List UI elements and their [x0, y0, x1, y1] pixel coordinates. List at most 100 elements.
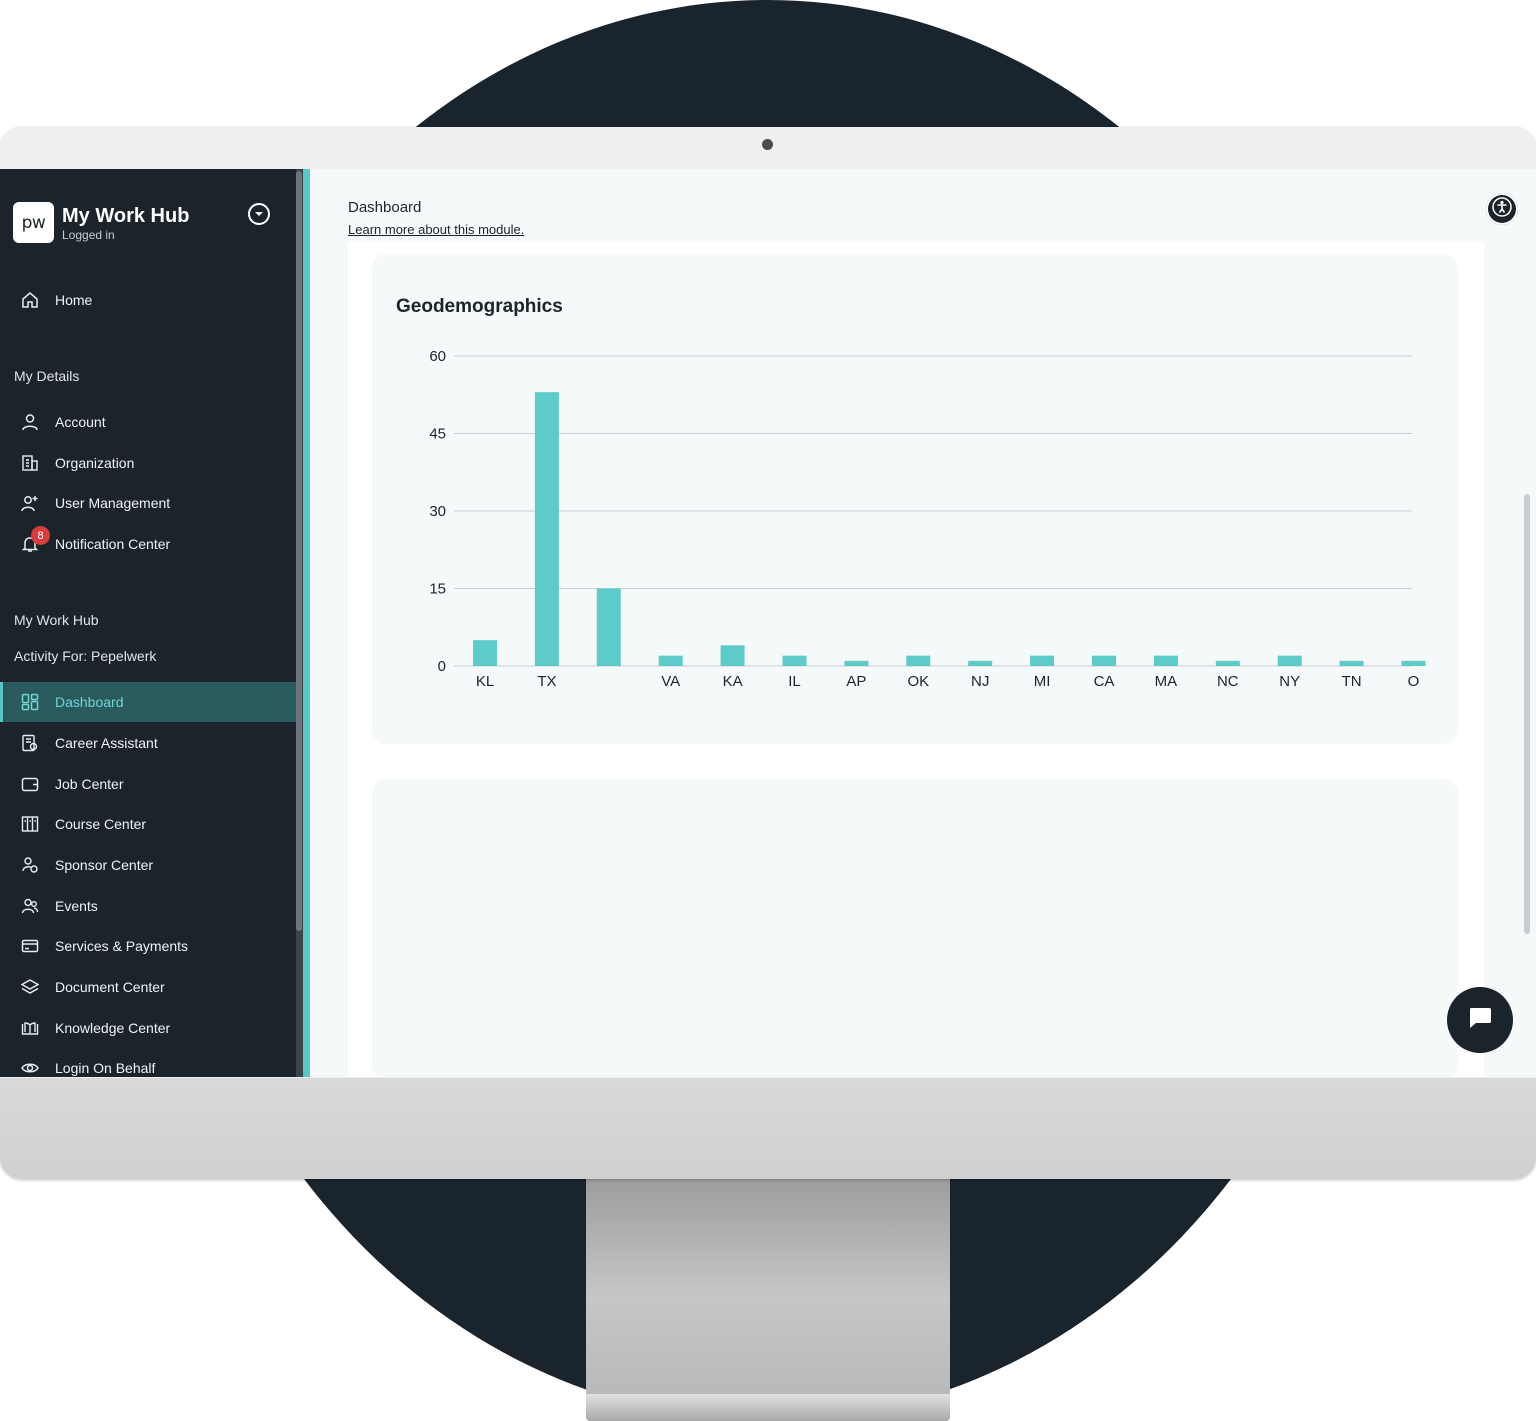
bar[interactable] — [1215, 660, 1240, 666]
sidebar-item-knowledge-center[interactable]: Knowledge Center — [0, 1008, 296, 1048]
sidebar-item-document-center[interactable]: Document Center — [0, 967, 296, 1007]
sidebar-scrollbar[interactable] — [296, 171, 302, 931]
x-tick-label: O — [1408, 673, 1420, 690]
sidebar-item-events[interactable]: Events — [0, 886, 296, 926]
y-tick-label: 15 — [429, 581, 446, 598]
sidebar-item-label: Sponsor Center — [55, 857, 154, 873]
sidebar-item-job-center[interactable]: Job Center — [0, 764, 296, 804]
sidebar: pw My Work Hub Logged in Home My Details — [0, 169, 296, 1077]
y-tick-label: 30 — [429, 503, 446, 520]
bar[interactable] — [906, 655, 931, 666]
sidebar-item-label: Events — [55, 898, 98, 914]
sidebar-item-account[interactable]: Account — [0, 402, 296, 442]
y-tick-label: 0 — [438, 658, 446, 675]
x-tick-label: TN — [1342, 673, 1362, 690]
card-icon — [20, 936, 40, 956]
x-tick-label: IL — [788, 673, 801, 690]
sidebar-item-dashboard[interactable]: Dashboard — [0, 682, 296, 722]
sidebar-item-label: Login On Behalf — [55, 1060, 156, 1076]
camera — [762, 139, 773, 150]
section-my-work-hub: My Work Hub — [14, 612, 99, 628]
x-tick-label: VA — [661, 673, 680, 690]
sidebar-item-label: Dashboard — [55, 694, 124, 710]
logo: pw — [13, 202, 54, 243]
monitor-frame: pw My Work Hub Logged in Home My Details — [0, 127, 1536, 1179]
accessibility-button[interactable] — [1486, 193, 1518, 225]
bar[interactable] — [1153, 655, 1178, 666]
bar[interactable] — [658, 655, 683, 666]
bar[interactable] — [782, 655, 807, 666]
bar[interactable] — [720, 645, 745, 666]
sidebar-item-label: Organization — [55, 455, 135, 471]
bar[interactable] — [844, 660, 869, 666]
y-tick-label: 60 — [429, 348, 446, 365]
chevron-down-icon[interactable] — [248, 203, 270, 225]
login-status: Logged in — [62, 227, 115, 242]
sidebar-item-sponsor-center[interactable]: Sponsor Center — [0, 845, 296, 885]
secondary-card — [372, 779, 1458, 1077]
geodemographics-card: Geodemographics 0 15 30 45 60 KL TX VA KA IL AP OK N… — [372, 254, 1458, 744]
bar[interactable] — [596, 588, 621, 667]
main-scrollbar[interactable] — [1524, 494, 1530, 934]
sidebar-item-career-assistant[interactable]: Career Assistant — [0, 723, 296, 763]
sidebar-item-label: Course Center — [55, 816, 147, 832]
bar[interactable] — [1401, 660, 1426, 666]
sidebar-item-home[interactable]: Home — [0, 280, 296, 320]
monitor-chin — [0, 1078, 1536, 1179]
dashboard-icon — [20, 692, 40, 712]
sidebar-item-services-payments[interactable]: Services & Payments — [0, 926, 296, 966]
bar[interactable] — [968, 660, 993, 666]
notification-badge: 8 — [31, 526, 50, 545]
user-plus-icon — [20, 493, 40, 513]
x-tick-label: MI — [1034, 673, 1051, 690]
page-header: Dashboard Learn more about this module. — [348, 199, 524, 237]
bar[interactable] — [473, 640, 497, 666]
brand: pw My Work Hub Logged in — [13, 202, 189, 243]
sidebar-item-label: Services & Payments — [55, 938, 189, 954]
sidebar-item-login-on-behalf[interactable]: Login On Behalf — [0, 1048, 296, 1077]
layers-icon — [20, 977, 40, 997]
bar[interactable] — [1277, 655, 1302, 666]
books-icon — [20, 814, 40, 834]
monitor-stand-foot — [586, 1394, 950, 1421]
chat-icon — [1467, 1006, 1493, 1035]
sidebar-item-label: Account — [55, 414, 106, 430]
sidebar-item-course-center[interactable]: Course Center — [0, 804, 296, 844]
app-screen: pw My Work Hub Logged in Home My Details — [0, 169, 1536, 1077]
accessibility-icon — [1492, 196, 1512, 222]
building-icon — [20, 453, 40, 473]
sidebar-item-label: Home — [55, 292, 93, 308]
sidebar-item-label: Career Assistant — [55, 735, 158, 751]
y-tick-label: 45 — [429, 426, 446, 443]
sponsor-icon — [20, 855, 40, 875]
sidebar-item-user-management[interactable]: User Management — [0, 483, 296, 523]
eye-icon — [20, 1058, 40, 1077]
chat-button[interactable] — [1447, 987, 1513, 1053]
x-tick-label: AP — [846, 673, 866, 690]
home-icon — [20, 290, 40, 310]
activity-for: Activity For: Pepelwerk — [14, 648, 157, 664]
sidebar-item-label: User Management — [55, 495, 171, 511]
dashboard-content: Geodemographics 0 15 30 45 60 KL TX VA KA IL AP OK N… — [348, 242, 1484, 1077]
sidebar-item-organization[interactable]: Organization — [0, 443, 296, 483]
sidebar-item-label: Document Center — [55, 979, 165, 995]
x-tick-label: NC — [1217, 673, 1239, 690]
geodemographics-chart: 0 15 30 45 60 KL TX VA KA IL AP OK NJ MI CA MA NC NY TN O — [429, 348, 1426, 690]
x-tick-label: TX — [537, 673, 556, 690]
x-tick-label: NJ — [971, 673, 989, 690]
accent-strip — [303, 169, 310, 1077]
book-open-icon — [20, 1018, 40, 1038]
app-title: My Work Hub — [62, 204, 190, 227]
bar[interactable] — [1092, 655, 1116, 666]
x-tick-label: KL — [476, 673, 494, 690]
x-tick-label: MA — [1155, 673, 1178, 690]
bar[interactable] — [1339, 660, 1364, 666]
career-icon — [20, 733, 40, 753]
x-tick-label: NY — [1279, 673, 1300, 690]
learn-more-link[interactable]: Learn more about this module. — [348, 222, 524, 237]
sidebar-item-label: Notification Center — [55, 536, 171, 552]
x-tick-label: KA — [723, 673, 743, 690]
bar[interactable] — [534, 392, 559, 666]
sidebar-item-label: Job Center — [55, 776, 124, 792]
bar[interactable] — [1030, 655, 1055, 666]
